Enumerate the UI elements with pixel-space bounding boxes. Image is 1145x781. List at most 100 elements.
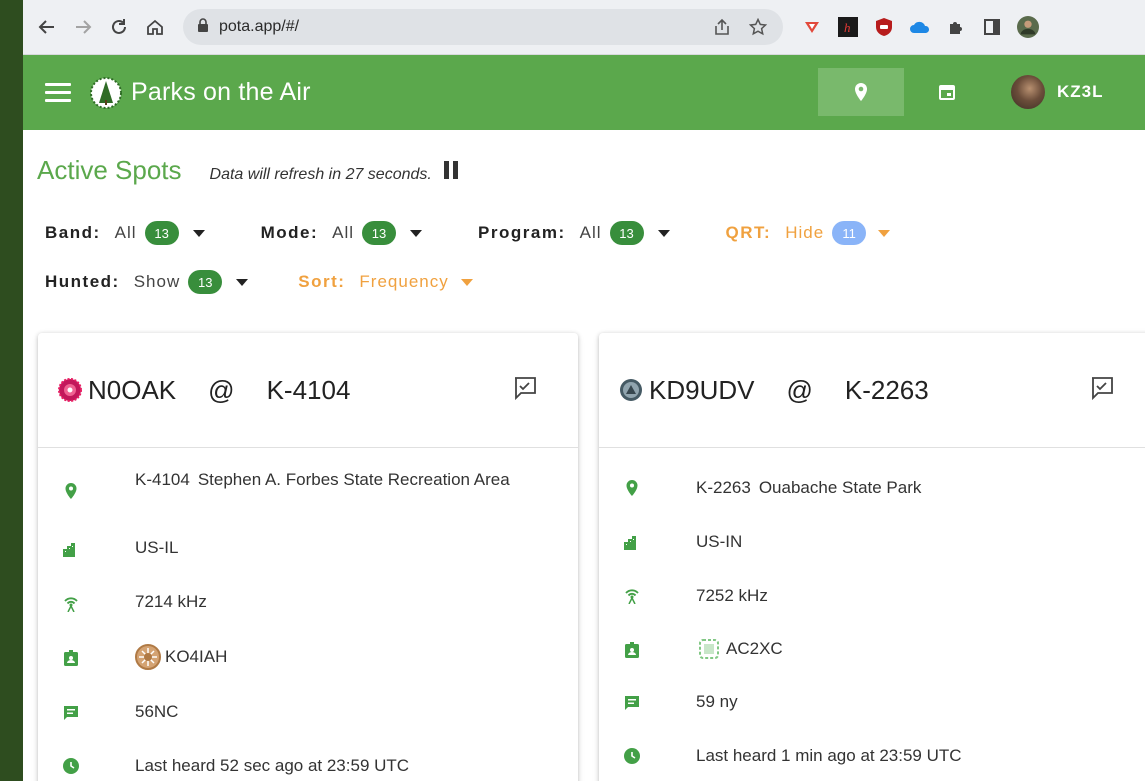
username: KZ3L	[1057, 82, 1104, 101]
qrt-value: Hide	[785, 223, 825, 242]
map-marker-icon	[623, 479, 641, 497]
comment-icon	[62, 704, 80, 722]
park-name-text: Stephen A. Forbes State Recreation Area	[197, 470, 510, 489]
chevron-down-icon	[410, 229, 423, 237]
park-reference[interactable]: K-4104	[267, 375, 351, 406]
profile-avatar-icon[interactable]	[1017, 16, 1039, 38]
svg-text:h: h	[844, 20, 851, 35]
qrt-filter[interactable]: QRT: Hide 11	[726, 221, 891, 245]
bookmark-star-icon[interactable]	[747, 16, 769, 38]
qrt-count-badge: 11	[832, 221, 867, 245]
forward-icon[interactable]	[69, 13, 97, 41]
spot-card-header: KD9UDV @ K-2263	[599, 333, 1145, 448]
home-icon[interactable]	[141, 13, 169, 41]
hunted-value: Show	[133, 272, 181, 291]
park-ref-text[interactable]: K-4104	[135, 470, 190, 489]
location-text: US-IN	[696, 532, 743, 551]
refresh-text: Data will refresh in 27 seconds.	[209, 166, 432, 183]
log-contact-icon[interactable]	[1089, 375, 1115, 401]
extension-shield-icon[interactable]	[873, 16, 895, 38]
pause-icon[interactable]	[443, 161, 458, 179]
comment-text: 59 ny	[696, 692, 738, 711]
spot-card: N0OAK @ K-4104 K-4104 Stephen A. Forbes S…	[38, 333, 578, 781]
qrt-label: QRT:	[725, 223, 772, 242]
park-info: K-4104 Stephen A. Forbes State Recreation…	[135, 470, 538, 490]
band-count-badge: 13	[144, 221, 179, 245]
frequency-text[interactable]: 7214 kHz	[135, 592, 538, 612]
program-value: All	[579, 223, 602, 242]
antenna-icon	[623, 586, 641, 604]
lock-icon	[197, 17, 209, 37]
band-filter[interactable]: Band: All 13	[45, 221, 205, 245]
pota-logo	[90, 76, 122, 109]
browser-toolbar: pota.app/#/ h	[23, 0, 1145, 55]
hunted-label: Hunted:	[45, 272, 120, 291]
map-marker-button[interactable]	[818, 68, 904, 116]
spot-card-header: N0OAK @ K-4104	[38, 333, 578, 448]
badge-id-icon	[623, 641, 641, 659]
browser-window: pota.app/#/ h Parks on the Air KZ3L Acti…	[23, 0, 1145, 781]
comment-icon	[623, 694, 641, 712]
spotter-info: KO4IAH	[135, 644, 538, 670]
hunted-count-badge: 13	[188, 270, 223, 294]
page-title: Active Spots	[37, 155, 182, 185]
mode-label: Mode:	[260, 223, 319, 242]
chevron-down-icon	[460, 278, 473, 286]
mode-value: All	[332, 223, 355, 242]
spotter-badge-icon	[135, 644, 161, 670]
hunted-filter[interactable]: Hunted: Show 13	[45, 270, 249, 294]
extension-h-icon[interactable]: h	[837, 16, 859, 38]
chevron-down-icon	[192, 229, 205, 237]
comment-text: 56NC	[135, 702, 179, 721]
back-icon[interactable]	[33, 13, 61, 41]
chevron-down-icon	[657, 229, 670, 237]
user-menu[interactable]: KZ3L	[1011, 75, 1104, 109]
park-ref-text[interactable]: K-2263	[696, 478, 751, 498]
last-heard-text: Last heard 52 sec ago at 23:59 UTC	[135, 756, 410, 775]
last-heard-text: Last heard 1 min ago at 23:59 UTC	[696, 746, 962, 765]
program-filter[interactable]: Program: All 13	[478, 221, 670, 245]
at-sign: @	[786, 374, 813, 405]
puzzle-icon[interactable]	[945, 16, 967, 38]
park-info: K-2263 Ouabache State Park	[696, 478, 1119, 498]
reload-icon[interactable]	[105, 13, 133, 41]
menu-icon[interactable]	[45, 83, 71, 102]
city-icon	[62, 541, 80, 559]
frequency-text[interactable]: 7252 kHz	[696, 586, 1119, 606]
sort-label: Sort:	[298, 272, 346, 291]
address-bar[interactable]: pota.app/#/	[183, 9, 783, 45]
avatar	[1011, 75, 1045, 109]
activator-callsign[interactable]: KD9UDV	[649, 375, 754, 406]
activator-callsign[interactable]: N0OAK	[88, 375, 176, 406]
app-bar: Parks on the Air KZ3L	[23, 55, 1145, 130]
extension-red-arrow-icon[interactable]	[801, 16, 823, 38]
sort-value: Frequency	[359, 272, 449, 291]
band-label: Band:	[45, 223, 101, 242]
map-marker-icon	[62, 482, 80, 500]
url-text: pota.app/#/	[219, 18, 300, 35]
park-name-text: Ouabache State Park	[758, 478, 922, 497]
spots-header: Active Spots Data will refresh in 27 sec…	[37, 155, 458, 186]
band-value: All	[114, 223, 137, 242]
mode-filter[interactable]: Mode: All 13	[260, 221, 423, 245]
side-panel-icon[interactable]	[981, 16, 1003, 38]
app-title[interactable]: Parks on the Air	[131, 78, 311, 107]
spotter-callsign[interactable]: KO4IAH	[165, 647, 227, 667]
cloud-icon[interactable]	[909, 16, 931, 38]
share-icon[interactable]	[711, 16, 733, 38]
spotter-callsign[interactable]: AC2XC	[726, 639, 783, 659]
program-label: Program:	[478, 223, 566, 242]
calendar-icon	[939, 85, 955, 100]
park-reference[interactable]: K-2263	[845, 375, 929, 406]
antenna-icon	[62, 594, 80, 612]
clock-icon	[623, 747, 641, 765]
activator-badge-icon	[620, 379, 642, 401]
calendar-button[interactable]	[919, 68, 975, 116]
clock-icon	[62, 757, 80, 775]
at-sign: @	[208, 374, 235, 405]
badge-id-icon	[62, 649, 80, 667]
spotter-info: AC2XC	[696, 636, 1119, 662]
log-contact-icon[interactable]	[512, 375, 538, 401]
sort-filter[interactable]: Sort: Frequency	[298, 272, 473, 292]
chevron-down-icon	[236, 278, 249, 286]
